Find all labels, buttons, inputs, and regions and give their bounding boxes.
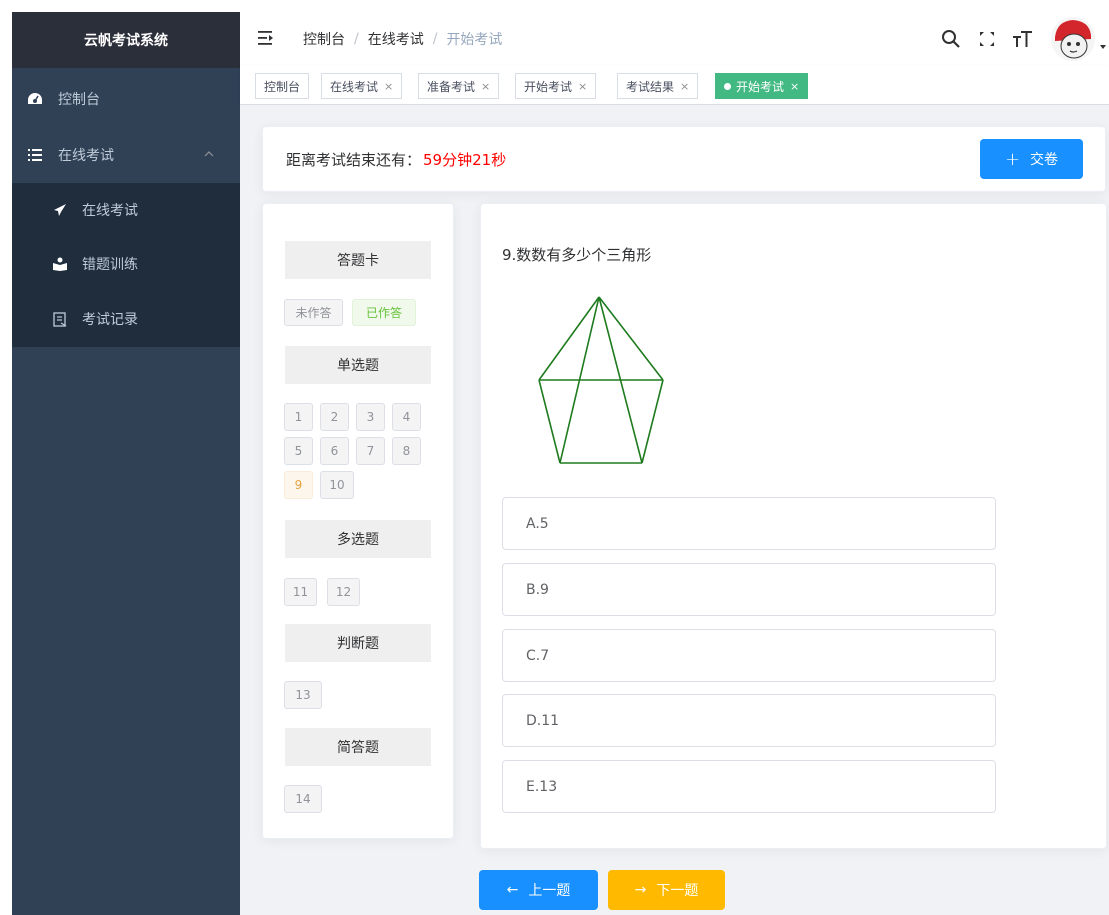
sidebar-item-label: 在线考试 [58, 148, 114, 164]
legend-unanswered: 未作答 [284, 299, 343, 326]
question-number[interactable]: 6 [320, 437, 349, 465]
sidebar-item-label: 错题训练 [82, 257, 138, 273]
breadcrumb: 控制台 / 在线考试 / 开始考试 [303, 12, 502, 66]
question-number[interactable]: 1 [284, 403, 313, 431]
question-number[interactable]: 3 [356, 403, 385, 431]
tag-label: 考试结果 [626, 79, 675, 94]
chevron-up-icon [204, 151, 214, 157]
font-size-icon[interactable] [1011, 27, 1035, 51]
tag-start-exam-active[interactable]: 开始考试 × [715, 73, 809, 99]
answer-card-title: 答题卡 [285, 241, 431, 279]
tag-label: 开始考试 [524, 79, 573, 94]
option-a[interactable]: A.5 [502, 497, 996, 550]
tag-label: 在线考试 [330, 79, 379, 94]
prev-label: 上一题 [528, 883, 571, 899]
option-d[interactable]: D.11 [502, 694, 996, 747]
breadcrumb-item[interactable]: 在线考试 [368, 29, 424, 49]
sidebar-item-label: 在线考试 [82, 203, 138, 219]
timer-value: 59分钟21秒 [423, 150, 507, 169]
question-number[interactable]: 8 [392, 437, 421, 465]
answer-card: 答题卡 未作答 已作答 单选题 1 2 3 4 5 6 7 8 9 10 多选题… [262, 203, 454, 839]
question-number[interactable]: 2 [320, 403, 349, 431]
question-number[interactable]: 7 [356, 437, 385, 465]
sidebar-item-exam-records[interactable]: 考试记录 [12, 291, 240, 347]
breadcrumb-separator: / [354, 31, 359, 47]
avatar[interactable] [1051, 17, 1095, 61]
option-b[interactable]: B.9 [502, 563, 996, 616]
active-dot-icon [724, 82, 731, 90]
submit-label: 交卷 [1030, 152, 1059, 168]
arrow-right-icon: → [634, 882, 647, 898]
search-icon[interactable] [939, 27, 963, 51]
fullscreen-icon[interactable] [975, 27, 999, 51]
question-number[interactable]: 12 [327, 578, 360, 606]
question-number[interactable]: 13 [284, 681, 322, 709]
group-title-single: 单选题 [285, 346, 431, 384]
sidebar-item-label: 考试记录 [82, 312, 138, 328]
next-label: 下一题 [656, 883, 699, 899]
group-title-short-answer: 简答题 [285, 728, 431, 766]
option-c[interactable]: C.7 [502, 629, 996, 682]
prev-question-button[interactable]: ← 上一题 [479, 870, 598, 910]
tag-dashboard[interactable]: 控制台 [255, 73, 310, 99]
question-number[interactable]: 4 [392, 403, 421, 431]
close-icon[interactable]: × [481, 80, 490, 93]
arrow-left-icon: ← [506, 882, 519, 898]
sidebar-item-dashboard[interactable]: 控制台 [12, 71, 240, 127]
group-title-judgement: 判断题 [285, 624, 431, 662]
tag-prepare-exam[interactable]: 准备考试 × [418, 73, 500, 99]
pentagon-triangles-figure [538, 296, 664, 464]
close-icon[interactable]: × [384, 80, 393, 93]
breadcrumb-separator: / [432, 31, 438, 47]
plus-icon: + [1004, 148, 1021, 170]
submenu-online-exam: 在线考试 错题训练 考试记录 [12, 183, 240, 347]
navbar: 控制台 / 在线考试 / 开始考试 [240, 12, 1109, 66]
tags-view: 控制台 在线考试 × 准备考试 × 开始考试 × 考试结果 × 开始考试 × [240, 66, 1109, 105]
sidebar-item-online-exam[interactable]: 在线考试 [12, 127, 240, 183]
legend-answered: 已作答 [352, 299, 416, 326]
record-icon [52, 311, 68, 327]
sidebar-item-wrong-training[interactable]: 错题训练 [12, 237, 240, 291]
next-question-button[interactable]: → 下一题 [608, 870, 725, 910]
user-training-icon [52, 256, 68, 272]
group-title-multiple: 多选题 [285, 520, 431, 558]
option-e[interactable]: E.13 [502, 760, 996, 813]
app-title: 云帆考试系统 [12, 12, 240, 68]
timer-label: 距离考试结束还有： [286, 150, 422, 169]
tag-label: 开始考试 [736, 79, 785, 94]
sidebar: 云帆考试系统 控制台 在线考试 在线考试 错题训练 考试记录 [12, 12, 240, 915]
main-content: 距离考试结束还有： 59分钟21秒 + 交卷 答题卡 未作答 已作答 单选题 1… [240, 105, 1109, 915]
dashboard-icon [26, 91, 44, 107]
question-card: 9.数数有多少个三角形 A.5 B.9 C.7 D.11 E.13 [480, 203, 1107, 849]
sidebar-item-label: 控制台 [58, 92, 100, 108]
tag-online-exam[interactable]: 在线考试 × [321, 73, 403, 99]
right-menu [939, 12, 1109, 66]
tag-start-exam[interactable]: 开始考试 × [515, 73, 597, 99]
close-icon[interactable]: × [790, 80, 799, 93]
tag-label: 控制台 [264, 79, 301, 94]
close-icon[interactable]: × [680, 80, 689, 93]
tag-label: 准备考试 [427, 79, 476, 94]
list-icon [26, 147, 44, 163]
breadcrumb-item[interactable]: 控制台 [303, 29, 345, 49]
paper-plane-icon [52, 202, 68, 218]
close-icon[interactable]: × [578, 80, 587, 93]
breadcrumb-current: 开始考试 [446, 32, 503, 48]
hamburger-icon[interactable] [257, 29, 275, 47]
sidebar-item-exam[interactable]: 在线考试 [12, 183, 240, 237]
question-title: 9.数数有多少个三角形 [502, 246, 652, 264]
timer: 距离考试结束还有： 59分钟21秒 [286, 127, 506, 191]
timer-card: 距离考试结束还有： 59分钟21秒 + 交卷 [262, 126, 1106, 192]
question-number[interactable]: 11 [284, 578, 317, 606]
question-number[interactable]: 5 [284, 437, 313, 465]
tag-exam-result[interactable]: 考试结果 × [617, 73, 699, 99]
submit-exam-button[interactable]: + 交卷 [980, 139, 1083, 179]
caret-down-icon[interactable] [1099, 43, 1107, 51]
question-number-current[interactable]: 9 [284, 471, 313, 499]
question-number[interactable]: 14 [284, 785, 322, 813]
question-number[interactable]: 10 [320, 471, 354, 499]
